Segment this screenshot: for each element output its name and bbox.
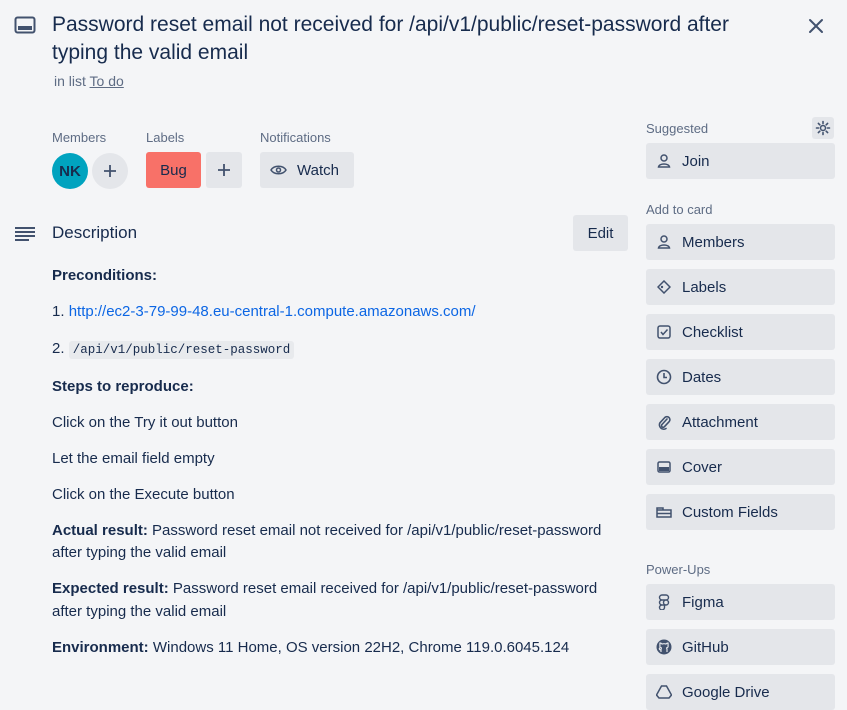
cover-icon	[657, 461, 671, 473]
environment-label: Environment:	[52, 639, 149, 656]
step-item: Click on the Execute button	[52, 486, 235, 503]
google-drive-button[interactable]: Google Drive	[646, 674, 835, 710]
add-member-button[interactable]	[92, 153, 128, 189]
edit-description-button[interactable]: Edit	[573, 215, 628, 251]
person-icon	[657, 154, 671, 168]
figma-button[interactable]: Figma	[646, 584, 835, 620]
github-button-label: GitHub	[682, 638, 729, 656]
actual-result-text-cont: after typing the valid email	[52, 544, 227, 561]
expected-result-text: Password reset email received for /api/v…	[168, 580, 598, 597]
list-breadcrumb: in list To do	[54, 73, 124, 89]
add-label-button[interactable]	[206, 152, 242, 188]
labels-button-label: Labels	[682, 278, 727, 296]
description-heading: Description	[52, 223, 138, 242]
figma-icon	[658, 594, 670, 610]
clock-icon	[656, 369, 672, 385]
labels-heading: Labels	[146, 130, 185, 145]
expected-result-label: Expected result:	[52, 580, 169, 597]
preconditions-heading: Preconditions:	[52, 267, 158, 284]
suggested-heading: Suggested	[646, 121, 709, 136]
gear-icon	[815, 120, 831, 136]
plus-icon	[218, 164, 230, 176]
steps-heading: Steps to reproduce:	[52, 378, 194, 395]
description-icon	[15, 227, 35, 241]
step-item: Let the email field empty	[52, 450, 215, 467]
list-number: 2.	[52, 340, 65, 357]
labels-button[interactable]: Labels	[646, 269, 835, 305]
google-drive-button-label: Google Drive	[682, 683, 770, 701]
watch-button[interactable]: Watch	[260, 152, 354, 188]
person-icon	[657, 235, 671, 249]
avatar[interactable]: NK	[52, 153, 88, 189]
notifications-heading: Notifications	[260, 130, 331, 145]
cover-button-label: Cover	[682, 458, 723, 476]
plus-icon	[104, 165, 116, 177]
checklist-icon	[657, 325, 671, 339]
members-heading: Members	[52, 130, 107, 145]
card-title[interactable]: Password reset email not received for /a…	[52, 11, 772, 67]
actual-result-text: Password reset email not received for /a…	[147, 522, 602, 539]
checklist-button-label: Checklist	[682, 323, 743, 341]
dates-button-label: Dates	[682, 368, 722, 386]
expected-result-text-cont: after typing the valid email	[52, 603, 227, 620]
add-to-card-heading: Add to card	[646, 202, 713, 217]
endpoint-code: /api/v1/public/reset-password	[68, 341, 295, 359]
google-drive-icon	[656, 685, 672, 699]
github-icon	[656, 639, 672, 655]
join-label: Join	[682, 152, 710, 170]
watch-label: Watch	[297, 161, 339, 179]
list-link[interactable]: To do	[90, 73, 124, 89]
custom-fields-button[interactable]: Custom Fields	[646, 494, 835, 530]
dates-button[interactable]: Dates	[646, 359, 835, 395]
paperclip-icon	[658, 415, 671, 430]
list-number: 1.	[52, 303, 65, 320]
environment-text: Windows 11 Home, OS version 22H2, Chrome…	[148, 639, 570, 656]
members-button[interactable]: Members	[646, 224, 835, 260]
suggested-settings-button[interactable]	[812, 117, 834, 139]
figma-button-label: Figma	[682, 593, 724, 611]
attachment-button[interactable]: Attachment	[646, 404, 835, 440]
power-ups-heading: Power-Ups	[646, 562, 711, 577]
github-button[interactable]: GitHub	[646, 629, 835, 665]
step-item: Click on the Try it out button	[52, 414, 238, 431]
eye-icon	[270, 165, 287, 175]
environment-link[interactable]: http://ec2-3-79-99-48.eu-central-1.compu…	[69, 303, 476, 320]
join-button[interactable]: Join	[646, 143, 835, 179]
in-list-prefix: in list	[54, 73, 86, 89]
custom-fields-button-label: Custom Fields	[682, 503, 778, 521]
cover-button[interactable]: Cover	[646, 449, 835, 485]
members-button-label: Members	[682, 233, 745, 251]
tag-icon	[657, 280, 671, 294]
label-bug[interactable]: Bug	[146, 152, 201, 188]
checklist-button[interactable]: Checklist	[646, 314, 835, 350]
custom-fields-icon	[656, 507, 672, 518]
actual-result-label: Actual result:	[52, 522, 148, 539]
attachment-button-label: Attachment	[682, 413, 758, 431]
close-icon[interactable]	[804, 14, 828, 38]
card-icon	[14, 16, 36, 34]
